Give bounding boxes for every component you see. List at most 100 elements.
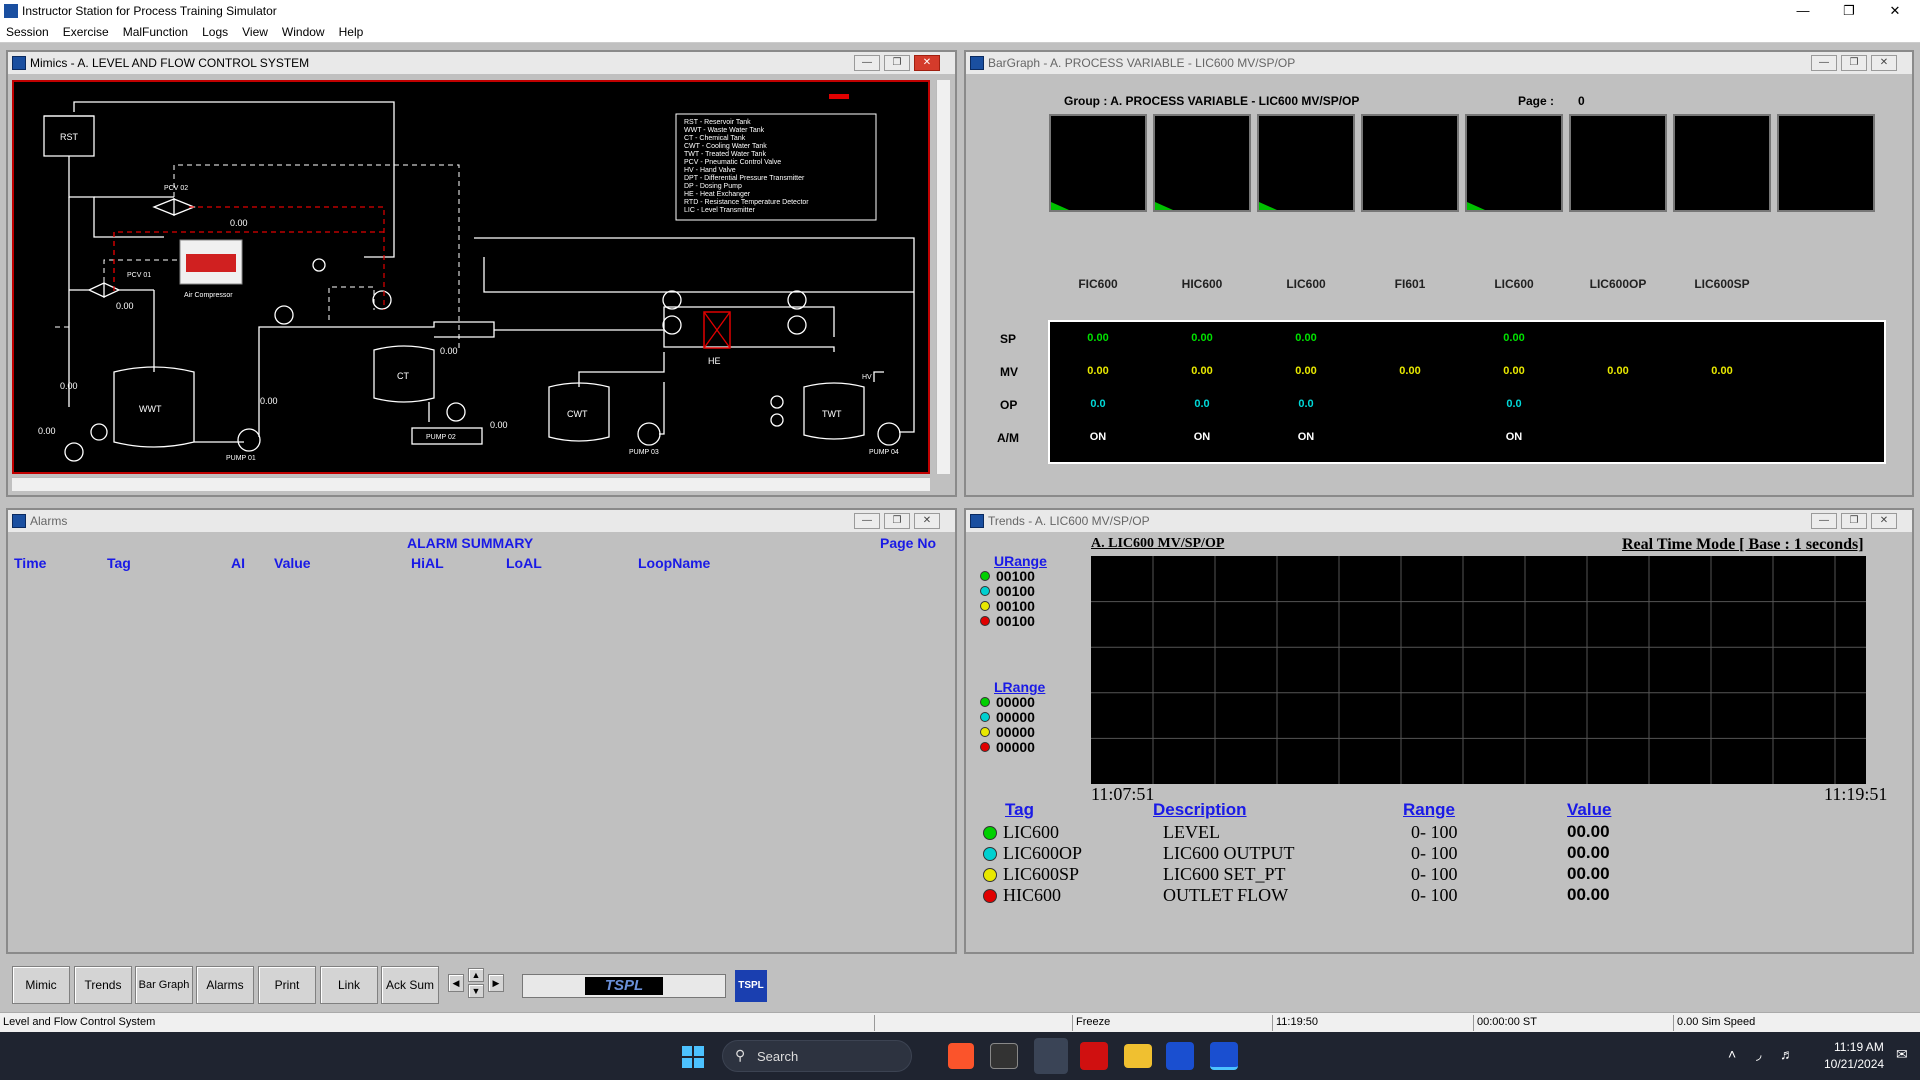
svg-text:PCV - Pneumatic Control Valve: PCV - Pneumatic Control Valve xyxy=(684,159,781,166)
wifi-icon[interactable]: ◞ xyxy=(1756,1046,1761,1063)
row-label-op: OP xyxy=(1000,398,1018,412)
snipping-tool-icon[interactable] xyxy=(1034,1038,1068,1074)
bar-tag-label: LIC600 xyxy=(1286,277,1326,291)
notification-icon[interactable]: ✉ xyxy=(1896,1046,1908,1063)
alarms-maximize-button[interactable]: ❐ xyxy=(884,513,910,529)
bargraph-minimize-button[interactable]: — xyxy=(1811,55,1837,71)
maximize-button[interactable]: ❐ xyxy=(1826,0,1872,22)
value-ct-level: 0.00 xyxy=(440,346,458,356)
menu-help[interactable]: Help xyxy=(333,22,372,39)
cwt-label: CWT xyxy=(567,409,588,419)
status-divider xyxy=(874,1015,875,1031)
trends-close-button[interactable]: ✕ xyxy=(1871,513,1897,529)
terminal-icon[interactable] xyxy=(990,1043,1018,1069)
menu-view[interactable]: View xyxy=(236,22,276,39)
alarms-close-button[interactable]: ✕ xyxy=(914,513,940,529)
taskbar-search[interactable]: ⚲ Search xyxy=(722,1040,912,1072)
mimic-close-button[interactable]: ✕ xyxy=(914,55,940,71)
bar-3[interactable] xyxy=(1257,114,1355,212)
bar-tag-label: LIC600SP xyxy=(1694,277,1750,291)
tspl-app-icon[interactable] xyxy=(1166,1042,1194,1070)
alarm-col-hial: HiAL xyxy=(411,555,444,571)
bar-8[interactable] xyxy=(1777,114,1875,212)
minimize-button[interactable]: — xyxy=(1780,0,1826,22)
svg-text:LIC - Level Transmitter: LIC - Level Transmitter xyxy=(684,207,755,214)
mimic-maximize-button[interactable]: ❐ xyxy=(884,55,910,71)
bargraph-page-value: 0 xyxy=(1578,94,1585,108)
print-button[interactable]: Print xyxy=(258,966,316,1004)
window-icon xyxy=(12,514,26,528)
start-icon[interactable] xyxy=(682,1046,704,1068)
lrange-value: 00000 xyxy=(996,709,1035,725)
bar-4[interactable] xyxy=(1361,114,1459,212)
menu-exercise[interactable]: Exercise xyxy=(57,22,117,39)
value-pump01: 0.00 xyxy=(260,396,278,406)
menu-session[interactable]: Session xyxy=(0,22,57,39)
brave-browser-icon[interactable] xyxy=(948,1043,974,1069)
mimic-hscroll[interactable] xyxy=(12,477,930,491)
svg-text:RTD - Resistance Temperature D: RTD - Resistance Temperature Detector xyxy=(684,199,809,206)
trends-maximize-button[interactable]: ❐ xyxy=(1841,513,1867,529)
start-tile xyxy=(694,1046,704,1056)
bargraph-button[interactable]: Bar Graph xyxy=(135,966,193,1004)
clock-date[interactable]: 10/21/2024 xyxy=(1824,1057,1884,1071)
menu-window[interactable]: Window xyxy=(276,22,333,39)
value-wwt-level: 0.00 xyxy=(38,426,56,436)
volume-icon[interactable]: ♬ xyxy=(1780,1046,1794,1062)
mimic-minimize-button[interactable]: — xyxy=(854,55,880,71)
bargraph-close-button[interactable]: ✕ xyxy=(1871,55,1897,71)
app-titlebar: Instructor Station for Process Training … xyxy=(0,0,1920,22)
menu-malfunction[interactable]: MalFunction xyxy=(117,22,196,39)
pump02-label: PUMP 02 xyxy=(426,434,456,441)
svg-text:HV - Hand Valve: HV - Hand Valve xyxy=(684,167,736,174)
bar-value-op: 0.0 xyxy=(1506,398,1522,410)
trend-plot-area[interactable] xyxy=(1091,556,1866,784)
trend-grid xyxy=(1091,556,1866,784)
close-button[interactable]: ✕ xyxy=(1872,0,1918,22)
ack-sum-button[interactable]: Ack Sum xyxy=(381,966,439,1004)
bargraph-maximize-button[interactable]: ❐ xyxy=(1841,55,1867,71)
twt-label: TWT xyxy=(822,409,842,419)
bar-2[interactable] xyxy=(1153,114,1251,212)
app-title: Instructor Station for Process Training … xyxy=(22,4,277,18)
trends-minimize-button[interactable]: — xyxy=(1811,513,1837,529)
bar-1[interactable] xyxy=(1049,114,1147,212)
status-sim-time: 00:00:00 ST xyxy=(1477,1016,1537,1028)
pump04-label: PUMP 04 xyxy=(869,449,899,456)
scroll-right-button[interactable]: ▶ xyxy=(488,974,504,992)
urange-value: 00100 xyxy=(996,613,1035,629)
scroll-left-button[interactable]: ◀ xyxy=(448,974,464,992)
urange-label: URange xyxy=(994,553,1047,569)
tray-chevron-icon[interactable]: ˄ xyxy=(1728,1046,1736,1062)
app-icon xyxy=(4,4,18,18)
legend-dot-icon xyxy=(980,712,990,722)
trend-row-range: 0- 100 xyxy=(1411,864,1458,884)
alarms-minimize-button[interactable]: — xyxy=(854,513,880,529)
pump03-label: PUMP 03 xyxy=(629,449,659,456)
mimic-window: Mimics - A. LEVEL AND FLOW CONTROL SYSTE… xyxy=(6,50,957,497)
scroll-down-button[interactable]: ▼ xyxy=(468,984,484,998)
bottom-toolbar: Mimic Trends Bar Graph Alarms Print Link… xyxy=(0,962,1920,1012)
svg-text:RST - Reservoir Tank: RST - Reservoir Tank xyxy=(684,119,751,126)
bar-value-am: ON xyxy=(1089,431,1107,443)
trends-button[interactable]: Trends xyxy=(74,966,132,1004)
link-button[interactable]: Link xyxy=(320,966,378,1004)
mimic-vscroll[interactable] xyxy=(936,80,950,474)
lrange-value: 00000 xyxy=(996,724,1035,740)
value-dosing: 0.00 xyxy=(490,420,508,430)
trend-col-range: Range xyxy=(1403,800,1455,819)
clock-time[interactable]: 11:19 AM xyxy=(1834,1040,1884,1054)
scroll-up-button[interactable]: ▲ xyxy=(468,968,484,982)
tspl-app-active-icon[interactable] xyxy=(1210,1042,1238,1070)
trend-col-value: Value xyxy=(1567,800,1612,819)
alarms-button[interactable]: Alarms xyxy=(196,966,254,1004)
bar-5[interactable] xyxy=(1465,114,1563,212)
bar-7[interactable] xyxy=(1673,114,1771,212)
bar-6[interactable] xyxy=(1569,114,1667,212)
file-explorer-icon[interactable] xyxy=(1124,1044,1152,1068)
mimic-button[interactable]: Mimic xyxy=(12,966,70,1004)
bar-fill xyxy=(1467,202,1485,210)
he-label: HE xyxy=(708,356,721,366)
acrobat-icon[interactable] xyxy=(1080,1042,1108,1070)
menu-logs[interactable]: Logs xyxy=(196,22,236,39)
